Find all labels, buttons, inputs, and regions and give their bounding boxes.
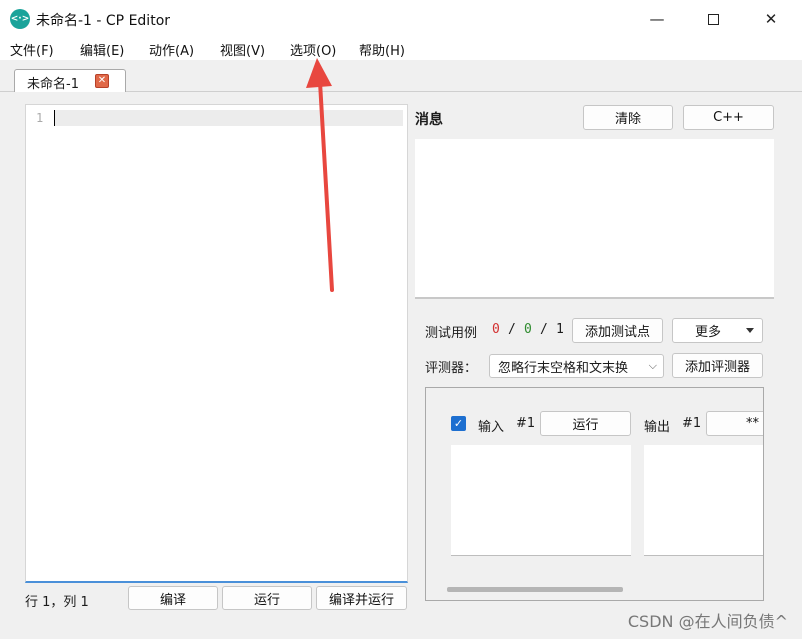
current-line-highlight bbox=[54, 110, 403, 126]
compile-and-run-button[interactable]: 编译并运行 bbox=[316, 586, 407, 610]
menu-options[interactable]: 选项(O) bbox=[290, 40, 336, 59]
separator: / bbox=[508, 322, 516, 337]
menu-file[interactable]: 文件(F) bbox=[10, 40, 54, 59]
failed-count: 0 bbox=[492, 322, 500, 337]
passed-count: 0 bbox=[524, 322, 532, 337]
maximize-button[interactable] bbox=[684, 0, 742, 38]
line-number: 1 bbox=[36, 111, 44, 125]
maximize-icon bbox=[707, 13, 719, 25]
compile-button[interactable]: 编译 bbox=[128, 586, 218, 610]
minimize-button[interactable]: — bbox=[628, 0, 686, 38]
menu-bar: 文件(F) 编辑(E) 动作(A) 视图(V) 选项(O) 帮助(H) bbox=[0, 38, 802, 60]
output-action-button[interactable]: ** bbox=[706, 411, 763, 436]
more-dropdown[interactable]: 更多 bbox=[672, 318, 763, 343]
output-label: 输出 bbox=[644, 420, 671, 435]
run-button[interactable]: 运行 bbox=[222, 586, 312, 610]
tab-strip: 未命名-1 ✕ bbox=[0, 60, 802, 92]
messages-box[interactable] bbox=[415, 139, 774, 299]
tab-label: 未命名-1 bbox=[27, 77, 79, 92]
menu-action[interactable]: 动作(A) bbox=[149, 40, 194, 59]
add-test-button[interactable]: 添加测试点 bbox=[572, 318, 663, 343]
separator: / bbox=[540, 322, 548, 337]
checker-label: 评测器： bbox=[425, 361, 478, 376]
tab-close-icon[interactable]: ✕ bbox=[95, 74, 109, 88]
language-button[interactable]: C++ bbox=[683, 105, 774, 130]
code-editor[interactable]: 1 bbox=[25, 104, 408, 583]
menu-help[interactable]: 帮助(H) bbox=[359, 40, 405, 59]
window-title: 未命名-1 - CP Editor bbox=[36, 13, 171, 29]
watermark: CSDN @在人间负债^ bbox=[627, 612, 788, 631]
chevron-down-icon: ⌵ bbox=[648, 359, 657, 372]
tab-untitled-1[interactable]: 未命名-1 ✕ bbox=[14, 69, 126, 92]
input-label: 输入 bbox=[478, 420, 505, 435]
clear-messages-button[interactable]: 清除 bbox=[583, 105, 673, 130]
more-label: 更多 bbox=[695, 325, 722, 340]
run-test-button[interactable]: 运行 bbox=[540, 411, 631, 436]
input-textbox[interactable] bbox=[451, 445, 631, 556]
test-cases-label: 测试用例 bbox=[425, 326, 478, 341]
input-id: #1 bbox=[516, 416, 536, 431]
horizontal-scrollbar[interactable] bbox=[447, 587, 623, 592]
menu-edit[interactable]: 编辑(E) bbox=[80, 40, 124, 59]
checker-value: 忽略行末空格和文末换 bbox=[498, 360, 629, 376]
messages-title: 消息 bbox=[415, 112, 443, 128]
cursor-position: 行 1，列 1 bbox=[25, 595, 89, 610]
dropdown-caret-icon bbox=[746, 328, 754, 333]
checker-select[interactable]: 忽略行末空格和文末换 ⌵ bbox=[489, 354, 664, 378]
output-textbox[interactable] bbox=[644, 445, 763, 556]
app-logo-icon: <·> bbox=[10, 9, 30, 29]
close-window-button[interactable]: ✕ bbox=[742, 0, 800, 38]
add-checker-button[interactable]: 添加评测器 bbox=[672, 353, 763, 378]
total-count: 1 bbox=[556, 322, 564, 337]
text-cursor bbox=[54, 110, 55, 126]
title-bar: <·> 未命名-1 - CP Editor — ✕ bbox=[0, 0, 802, 38]
test-enabled-checkbox[interactable]: ✓ bbox=[451, 416, 466, 431]
menu-view[interactable]: 视图(V) bbox=[220, 40, 265, 59]
output-id: #1 bbox=[682, 416, 702, 431]
